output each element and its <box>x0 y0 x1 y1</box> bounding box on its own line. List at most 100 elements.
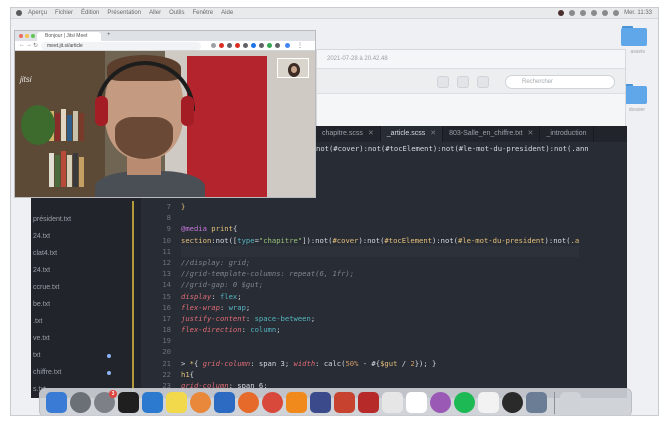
reload-icon[interactable]: ↻ <box>33 42 38 49</box>
file-item[interactable]: 24.txt <box>33 267 50 274</box>
close-icon[interactable]: ✕ <box>528 130 534 137</box>
participant-video[interactable]: jitsi <box>15 51 315 197</box>
forward-icon[interactable]: → <box>26 42 32 48</box>
line-number: 20 <box>162 347 171 357</box>
back-icon[interactable]: ← <box>19 42 25 48</box>
terminal-icon[interactable] <box>118 392 139 413</box>
extension-icon[interactable] <box>243 43 248 48</box>
obs-icon[interactable] <box>502 392 523 413</box>
menu-view[interactable]: Présentation <box>107 10 141 16</box>
chrome-icon[interactable] <box>262 392 283 413</box>
preview-window: 2021-07-28 à 20.42.48 Rechercher <box>316 49 626 129</box>
extension-icon[interactable] <box>251 43 256 48</box>
file-item[interactable]: 24.txt <box>33 233 50 240</box>
photos-icon[interactable] <box>190 392 211 413</box>
launchpad-icon[interactable] <box>70 392 91 413</box>
textedit-icon[interactable] <box>382 392 403 413</box>
extension-icon[interactable] <box>211 43 216 48</box>
extension-icon[interactable] <box>259 43 264 48</box>
zotero-icon[interactable] <box>358 392 379 413</box>
preview-icon[interactable] <box>406 392 427 413</box>
close-icon[interactable]: ✕ <box>430 130 436 137</box>
menu-help[interactable]: Aide <box>221 10 233 16</box>
search-input[interactable]: Rechercher <box>505 75 615 89</box>
finder-icon[interactable] <box>46 392 67 413</box>
stacks-icon[interactable] <box>334 392 355 413</box>
status-app-icon[interactable] <box>558 10 565 16</box>
close-window-icon[interactable] <box>19 34 23 38</box>
markup-icon[interactable] <box>437 76 449 88</box>
folder-icon[interactable] <box>621 26 647 46</box>
file-item[interactable]: txt <box>33 352 40 359</box>
tab-salle-en-chiffre[interactable]: 803-Salle_en_chiffre.txt ✕ <box>443 126 541 142</box>
sound-icon[interactable] <box>602 10 609 16</box>
file-item[interactable]: be.txt <box>33 301 50 308</box>
menu-tools[interactable]: Outils <box>169 10 184 16</box>
inkscape-icon[interactable] <box>310 392 331 413</box>
system-preferences-icon[interactable]: 3 <box>94 390 117 413</box>
minimize-window-icon[interactable] <box>25 34 29 38</box>
folder-label: dossier <box>628 107 645 113</box>
extension-icon[interactable] <box>219 43 224 48</box>
close-icon[interactable]: ✕ <box>368 130 374 137</box>
apple-menu-icon[interactable] <box>16 10 22 16</box>
trash-icon[interactable] <box>560 392 581 413</box>
tab-introduction[interactable]: _introduction <box>540 126 594 142</box>
rotate-icon[interactable] <box>457 76 469 88</box>
file-item[interactable]: président.txt <box>33 216 71 223</box>
vlc-icon[interactable] <box>286 392 307 413</box>
typora-icon[interactable] <box>478 392 499 413</box>
line-number: 18 <box>162 325 171 335</box>
kebab-menu-icon[interactable]: ⋮ <box>297 42 303 49</box>
menu-go[interactable]: Aller <box>149 10 161 16</box>
line-number: 15 <box>162 291 171 301</box>
menu-edit[interactable]: Édition <box>81 10 99 16</box>
menu-bar: Aperçu Fichier Édition Présentation Alle… <box>11 8 658 19</box>
line-number: 11 <box>162 246 171 256</box>
code-line: h1{ <box>181 369 194 379</box>
thunderbird-icon[interactable] <box>214 392 235 413</box>
video-artwork <box>187 56 267 197</box>
file-item[interactable]: clat4.txt <box>33 250 57 257</box>
tab-article[interactable]: _article.scss ✕ <box>380 126 444 142</box>
line-number: 9 <box>166 224 171 234</box>
spotify-icon[interactable] <box>454 392 475 413</box>
self-view-thumbnail[interactable] <box>277 58 309 78</box>
vscode-icon[interactable] <box>142 392 163 413</box>
profile-avatar[interactable] <box>285 43 290 48</box>
menu-app[interactable]: Aperçu <box>28 10 47 16</box>
wifi-icon[interactable] <box>580 10 587 16</box>
color-picker-icon[interactable] <box>430 392 451 413</box>
user-icon[interactable] <box>613 10 620 16</box>
menu-window[interactable]: Fenêtre <box>192 10 213 16</box>
menu-file[interactable]: Fichier <box>55 10 73 16</box>
notification-badge: 3 <box>109 390 117 398</box>
file-item[interactable]: ccrue.txt <box>33 284 59 291</box>
extension-icon[interactable] <box>235 43 240 48</box>
file-item[interactable]: chiffre.txt <box>33 369 61 376</box>
git-change-marker <box>132 201 134 398</box>
battery-icon[interactable] <box>591 10 598 16</box>
line-number: 10 <box>162 235 171 245</box>
address-bar[interactable]: meet.jit.si/article <box>41 42 201 50</box>
file-item[interactable]: .txt <box>33 318 42 325</box>
extension-icon[interactable] <box>275 43 280 48</box>
new-tab-icon[interactable]: + <box>107 32 111 38</box>
status-icon[interactable] <box>569 10 576 16</box>
headphone-right <box>181 96 194 126</box>
file-item[interactable]: ve.txt <box>33 335 50 342</box>
code-area[interactable]: } @media print{ section:not([type="chapi… <box>181 201 580 402</box>
tab-chapitre[interactable]: chapitre.scss ✕ <box>316 126 381 142</box>
extension-icon[interactable] <box>267 43 272 48</box>
screenshot-icon[interactable] <box>526 392 547 413</box>
menu-clock[interactable]: Mer. 11:33 <box>624 10 652 16</box>
firefox-icon[interactable] <box>238 392 259 413</box>
maximize-window-icon[interactable] <box>31 34 35 38</box>
share-icon[interactable] <box>477 76 489 88</box>
code-line: flex-wrap: wrap; <box>181 302 251 312</box>
notes-icon[interactable] <box>166 392 187 413</box>
extension-icon[interactable] <box>227 43 232 48</box>
browser-tab[interactable]: Bonjour | Jitsi Meet <box>37 32 101 41</box>
file-tree: président.txt 24.txt clat4.txt 24.txt cc… <box>31 196 141 398</box>
